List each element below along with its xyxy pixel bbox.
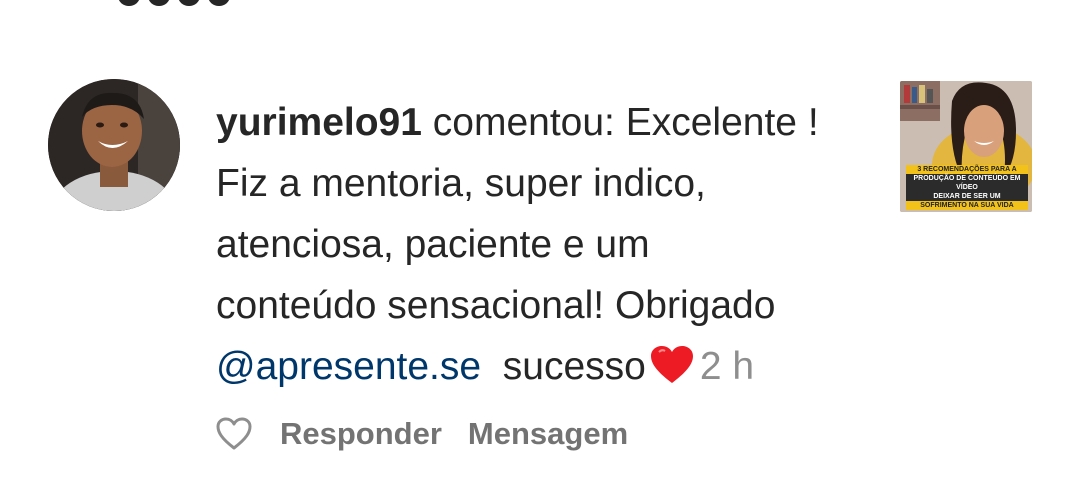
previous-item-cutoff — [118, 0, 230, 6]
thumbnail-caption-line-3: DEIXAR DE SER UM — [906, 192, 1028, 201]
comment-verb: comentou: — [421, 101, 626, 144]
comment-line-5: @apresente.se sucesso 2 h — [216, 336, 866, 403]
comment-timestamp: 2 h — [699, 345, 755, 388]
username[interactable]: yurimelo91 — [216, 101, 422, 144]
thumbnail-caption: 3 RECOMENDAÇÕES PARA A PRODUÇÃO DE CONTE… — [906, 165, 1028, 210]
reply-button[interactable]: Responder — [280, 416, 442, 452]
comment-line-1: yurimelo91 comentou: Excelente ! — [216, 92, 866, 153]
thumbnail-caption-line-4: SOFRIMENTO NA SUA VIDA — [906, 201, 1028, 210]
comment-text-1: Excelente ! — [625, 101, 819, 144]
thumbnail-caption-line-2: PRODUÇÃO DE CONTEÚDO EM VÍDEO — [906, 174, 1028, 192]
mention-link[interactable]: @apresente.se — [216, 345, 481, 388]
thumbnail-caption-line-1: 3 RECOMENDAÇÕES PARA A — [906, 165, 1028, 174]
comment-line-3: atenciosa, paciente e um — [216, 223, 650, 266]
comment-body: yurimelo91 comentou: Excelente ! Fiz a m… — [216, 92, 866, 403]
heart-outline-icon[interactable] — [216, 416, 252, 452]
avatar[interactable] — [48, 79, 180, 211]
comment-text-5: sucesso — [481, 345, 646, 388]
comment-line-4: conteúdo sensacional! Obrigado — [216, 284, 776, 327]
post-thumbnail[interactable]: 3 RECOMENDAÇÕES PARA A PRODUÇÃO DE CONTE… — [900, 81, 1032, 212]
message-button[interactable]: Mensagem — [468, 416, 628, 452]
comment-line-2: Fiz a mentoria, super indico, — [216, 162, 706, 205]
heart-emoji — [650, 342, 694, 403]
comment-actions: Responder Mensagem — [216, 414, 628, 454]
